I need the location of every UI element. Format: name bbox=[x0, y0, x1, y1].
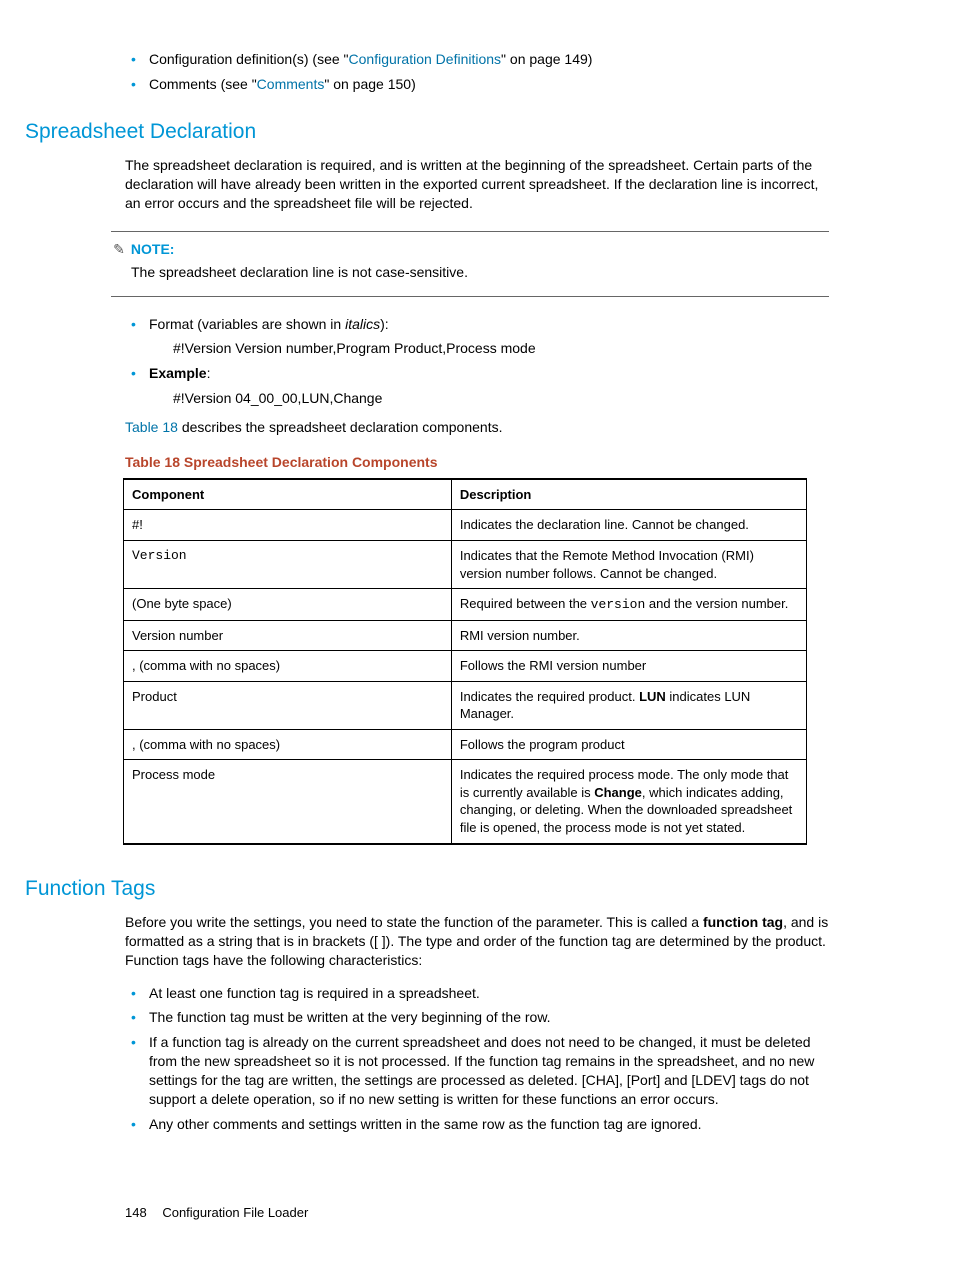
example-value: #!Version 04_00_00,LUN,Change bbox=[173, 389, 829, 408]
list-item: Configuration definition(s) (see "Config… bbox=[149, 50, 829, 69]
footer-title: Configuration File Loader bbox=[162, 1205, 308, 1220]
bold-text: Change bbox=[594, 785, 642, 800]
list-item: If a function tag is already on the curr… bbox=[149, 1033, 829, 1109]
function-tags-list: At least one function tag is required in… bbox=[125, 984, 829, 1134]
heading-function-tags: Function Tags bbox=[25, 875, 829, 903]
note-label: NOTE: bbox=[131, 241, 175, 257]
table-cell: Product bbox=[124, 681, 452, 729]
page-number: 148 bbox=[125, 1205, 147, 1220]
text: Comments (see " bbox=[149, 76, 257, 92]
list-item: Format (variables are shown in italics):… bbox=[149, 315, 829, 359]
text: " on page 150) bbox=[324, 76, 415, 92]
list-item: At least one function tag is required in… bbox=[149, 984, 829, 1003]
list-item: Comments (see "Comments" on page 150) bbox=[149, 75, 829, 94]
table-cell: Follows the RMI version number bbox=[451, 651, 806, 682]
table-cell: Indicates that the Remote Method Invocat… bbox=[451, 541, 806, 589]
list-item: Any other comments and settings written … bbox=[149, 1115, 829, 1134]
paragraph: Before you write the settings, you need … bbox=[125, 913, 829, 970]
link-config-defs[interactable]: Configuration Definitions bbox=[349, 51, 502, 67]
text: " on page 149) bbox=[501, 51, 592, 67]
intro-list: Configuration definition(s) (see "Config… bbox=[125, 50, 829, 94]
table-cell: (One byte space) bbox=[124, 589, 452, 621]
text: Before you write the settings, you need … bbox=[125, 914, 703, 930]
note-block: ✎ NOTE: The spreadsheet declaration line… bbox=[111, 231, 829, 297]
table-cell: Indicates the required process mode. The… bbox=[451, 760, 806, 844]
text: Format (variables are shown in bbox=[149, 316, 345, 332]
table-cell: Required between the version and the ver… bbox=[451, 589, 806, 621]
declaration-components-table: Component Description #! Indicates the d… bbox=[123, 478, 807, 845]
bold-text: function tag bbox=[703, 914, 783, 930]
italic-text: italics bbox=[345, 316, 380, 332]
table-cell: Follows the program product bbox=[451, 729, 806, 760]
bold-text: LUN bbox=[639, 689, 666, 704]
text: Configuration definition(s) (see " bbox=[149, 51, 349, 67]
table-cell: , (comma with no spaces) bbox=[124, 651, 452, 682]
heading-spreadsheet-declaration: Spreadsheet Declaration bbox=[25, 118, 829, 146]
page-footer: 148 Configuration File Loader bbox=[125, 1204, 829, 1222]
note-icon: ✎ bbox=[111, 240, 127, 259]
format-list: Format (variables are shown in italics):… bbox=[125, 315, 829, 409]
list-item: Example: #!Version 04_00_00,LUN,Change bbox=[149, 364, 829, 408]
paragraph: The spreadsheet declaration is required,… bbox=[125, 156, 829, 213]
text: Indicates the required product. bbox=[460, 689, 639, 704]
table-cell: Process mode bbox=[124, 760, 452, 844]
table-cell: Version bbox=[124, 541, 452, 589]
paragraph: Table 18 describes the spreadsheet decla… bbox=[125, 418, 829, 437]
list-item: The function tag must be written at the … bbox=[149, 1008, 829, 1027]
text: and the version number. bbox=[645, 596, 788, 611]
text: : bbox=[207, 365, 211, 381]
table-cell: Version number bbox=[124, 620, 452, 651]
table-cell: RMI version number. bbox=[451, 620, 806, 651]
link-table-18[interactable]: Table 18 bbox=[125, 419, 178, 435]
table-header: Description bbox=[451, 479, 806, 510]
table-cell: Indicates the required product. LUN indi… bbox=[451, 681, 806, 729]
text: describes the spreadsheet declaration co… bbox=[178, 419, 503, 435]
format-example: #!Version Version number,Program Product… bbox=[173, 339, 829, 358]
table-caption: Table 18 Spreadsheet Declaration Compone… bbox=[125, 453, 829, 472]
mono-text: version bbox=[591, 597, 646, 612]
bold-text: Example bbox=[149, 365, 207, 381]
text: ): bbox=[380, 316, 389, 332]
table-cell: #! bbox=[124, 510, 452, 541]
table-cell: Indicates the declaration line. Cannot b… bbox=[451, 510, 806, 541]
table-cell: , (comma with no spaces) bbox=[124, 729, 452, 760]
link-comments[interactable]: Comments bbox=[257, 76, 325, 92]
text: Required between the bbox=[460, 596, 591, 611]
note-text: The spreadsheet declaration line is not … bbox=[131, 263, 829, 282]
table-header: Component bbox=[124, 479, 452, 510]
